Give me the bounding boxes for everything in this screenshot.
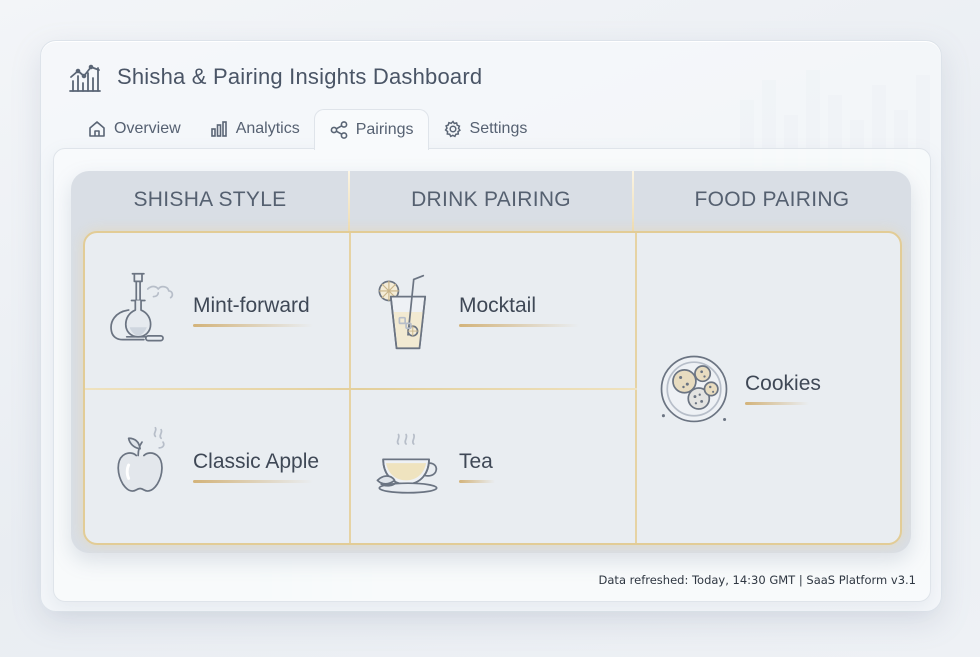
dashboard-window: Shisha & Pairing Insights Dashboard Over… [40, 40, 942, 612]
pairings-panel: SHISHA STYLE DRINK PAIRING FOOD PAIRING [53, 148, 931, 602]
chart-logo-icon [69, 64, 101, 92]
column-header-shisha-style: SHISHA STYLE [133, 188, 287, 211]
share-nodes-icon [330, 121, 348, 139]
tab-pairings[interactable]: Pairings [313, 109, 429, 150]
table-cell-food-cookies[interactable]: Cookies [637, 233, 900, 543]
tab-label: Pairings [355, 121, 414, 138]
tab-analytics[interactable]: Analytics [195, 109, 314, 149]
column-header-drink-pairing: DRINK PAIRING [411, 188, 571, 211]
table-cell-drink-tea[interactable]: Tea [351, 389, 635, 543]
tab-overview[interactable]: Overview [73, 109, 195, 149]
status-footer: Data refreshed: Today, 14:30 GMT | SaaS … [598, 573, 916, 587]
page-title: Shisha & Pairing Insights Dashboard [117, 64, 483, 89]
table-cell-shisha-apple[interactable]: Classic Apple [85, 389, 349, 543]
table-cell-shisha-mint[interactable]: Mint-forward [85, 233, 349, 388]
pairings-table: SHISHA STYLE DRINK PAIRING FOOD PAIRING [71, 171, 911, 553]
header-divider [348, 171, 350, 231]
drink-label: Mocktail [459, 294, 537, 317]
food-label: Cookies [745, 371, 821, 395]
cookies-plate-icon [660, 355, 728, 423]
label-underline [459, 324, 579, 327]
pairings-table-body: Mint-forward Classic Apple Mocktail Tea … [83, 231, 902, 545]
tab-settings[interactable]: Settings [429, 109, 542, 149]
dashboard-header: Shisha & Pairing Insights Dashboard [67, 59, 482, 95]
bar-chart-icon [210, 121, 227, 137]
shisha-label: Classic Apple [193, 449, 320, 473]
table-cell-drink-mocktail[interactable]: Mocktail [351, 233, 635, 388]
tab-label: Settings [469, 120, 528, 137]
column-header-food-pairing: FOOD PAIRING [694, 188, 850, 211]
tea-cup-icon [376, 433, 438, 494]
shisha-label: Mint-forward [193, 294, 310, 317]
home-icon [89, 121, 105, 137]
label-underline [193, 479, 313, 483]
tab-label: Analytics [235, 120, 300, 137]
gear-icon [444, 120, 461, 138]
header-divider [632, 171, 634, 231]
hookah-icon [110, 272, 174, 341]
tab-bar: Overview Analytics Pairings Settings [73, 109, 542, 150]
label-underline [459, 479, 495, 483]
mocktail-glass-icon [378, 274, 427, 349]
label-underline [745, 401, 809, 405]
tab-label: Overview [114, 120, 181, 137]
drink-label: Tea [459, 449, 493, 473]
apple-icon [117, 426, 165, 492]
label-underline [193, 324, 313, 327]
